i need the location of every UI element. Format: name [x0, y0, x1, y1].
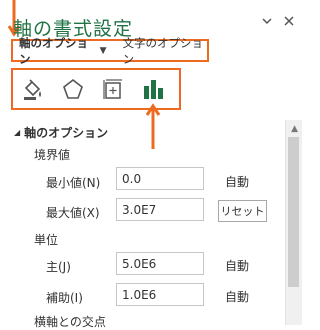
major-unit: 自動	[225, 259, 250, 273]
bounds-heading: 境界値	[34, 148, 71, 162]
minor-label: 補助(I)	[46, 291, 83, 305]
section-axis-options[interactable]: ◢ 軸のオプション	[14, 124, 108, 141]
scrollbar-thumb[interactable]	[288, 137, 299, 287]
cross-heading: 横軸との交点	[34, 315, 106, 329]
callout-arrow-up	[146, 103, 160, 149]
tab-text-options[interactable]: 文字のオプション	[123, 35, 207, 67]
size-properties-icon[interactable]	[99, 75, 127, 103]
option-tabs: 軸のオプション ▼ 文字のオプション	[11, 36, 209, 66]
reset-button[interactable]: リセット	[218, 200, 267, 222]
minor-unit: 自動	[225, 290, 250, 304]
fill-line-icon[interactable]	[19, 75, 47, 103]
axis-options-icon[interactable]	[139, 75, 167, 103]
collapse-triangle-icon[interactable]: ◢	[14, 128, 20, 137]
section-title: 軸のオプション	[24, 126, 109, 140]
min-label: 最小値(N)	[46, 176, 101, 190]
format-axis-pane: 軸の書式設定 軸のオプション ▼ 文字のオプション ▲ ◢ 軸のオプション 境界…	[0, 0, 302, 329]
max-label: 最大値(X)	[46, 206, 100, 220]
major-label: 主(J)	[46, 260, 71, 274]
close-icon[interactable]	[284, 16, 294, 30]
major-input[interactable]: 5.0E6	[116, 252, 204, 275]
tab-axis-options-label: 軸のオプション	[19, 35, 88, 66]
chevron-down-icon[interactable]	[262, 16, 272, 30]
minor-input[interactable]: 1.0E6	[116, 283, 204, 306]
max-input[interactable]: 3.0E7	[116, 198, 204, 221]
min-input[interactable]: 0.0	[116, 167, 204, 190]
min-unit: 自動	[225, 175, 250, 189]
units-heading: 単位	[34, 233, 59, 247]
chevron-down-icon[interactable]: ▼	[100, 46, 107, 56]
effects-icon[interactable]	[59, 75, 87, 103]
scroll-up-icon[interactable]: ▲	[291, 124, 298, 134]
tab-axis-options[interactable]: 軸のオプション ▼	[13, 35, 107, 67]
